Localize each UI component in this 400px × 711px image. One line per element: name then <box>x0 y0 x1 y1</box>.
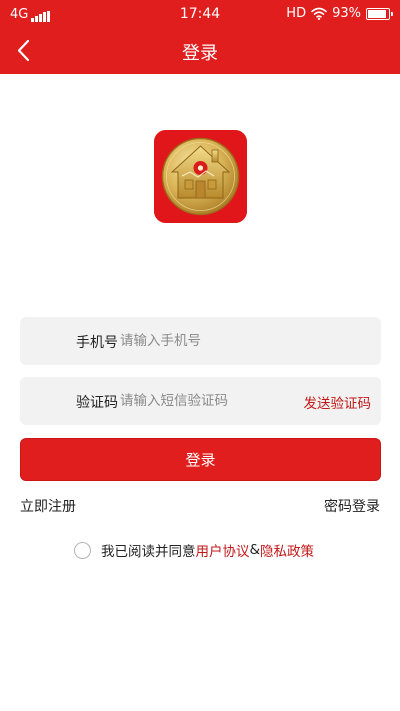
chevron-left-icon <box>17 39 30 62</box>
password-login-link[interactable]: 密码登录 <box>324 496 380 516</box>
page-title: 登录 <box>182 43 218 64</box>
nav-bar: 登录 <box>0 28 400 74</box>
phone-input[interactable] <box>120 325 290 357</box>
agreement-checkbox[interactable] <box>74 541 91 559</box>
code-input[interactable] <box>120 385 290 417</box>
send-code-button[interactable]: 发送验证码 <box>304 392 372 412</box>
phone-label: 手机号 <box>76 335 118 351</box>
privacy-policy-link[interactable]: 隐私政策 <box>260 540 314 560</box>
status-right: HD 93% <box>286 6 393 21</box>
login-button[interactable]: 登录 <box>20 438 381 481</box>
battery-icon <box>366 7 393 20</box>
back-button[interactable] <box>10 36 40 66</box>
user-agreement-link[interactable]: 用户协议 <box>196 540 250 560</box>
status-bar: 4G 17:44 HD 93% <box>0 0 400 28</box>
battery-percent: 93% <box>332 6 361 21</box>
agreement-row: 我已阅读并同意 用户协议 & 隐私政策 <box>74 540 314 560</box>
register-link[interactable]: 立即注册 <box>20 496 76 516</box>
code-field: 验证码 发送验证码 <box>20 377 381 425</box>
agreement-prefix: 我已阅读并同意 <box>101 544 196 560</box>
phone-field: 手机号 <box>20 317 381 365</box>
battery-fill <box>368 9 386 18</box>
house-coin-logo-icon <box>154 130 247 223</box>
agreement-separator: & <box>249 542 261 558</box>
hd-indicator: HD <box>286 6 307 21</box>
wifi-icon <box>311 7 327 20</box>
code-label: 验证码 <box>76 395 118 411</box>
app-header: 4G 17:44 HD 93% 登录 <box>0 0 400 74</box>
app-logo <box>154 130 247 223</box>
